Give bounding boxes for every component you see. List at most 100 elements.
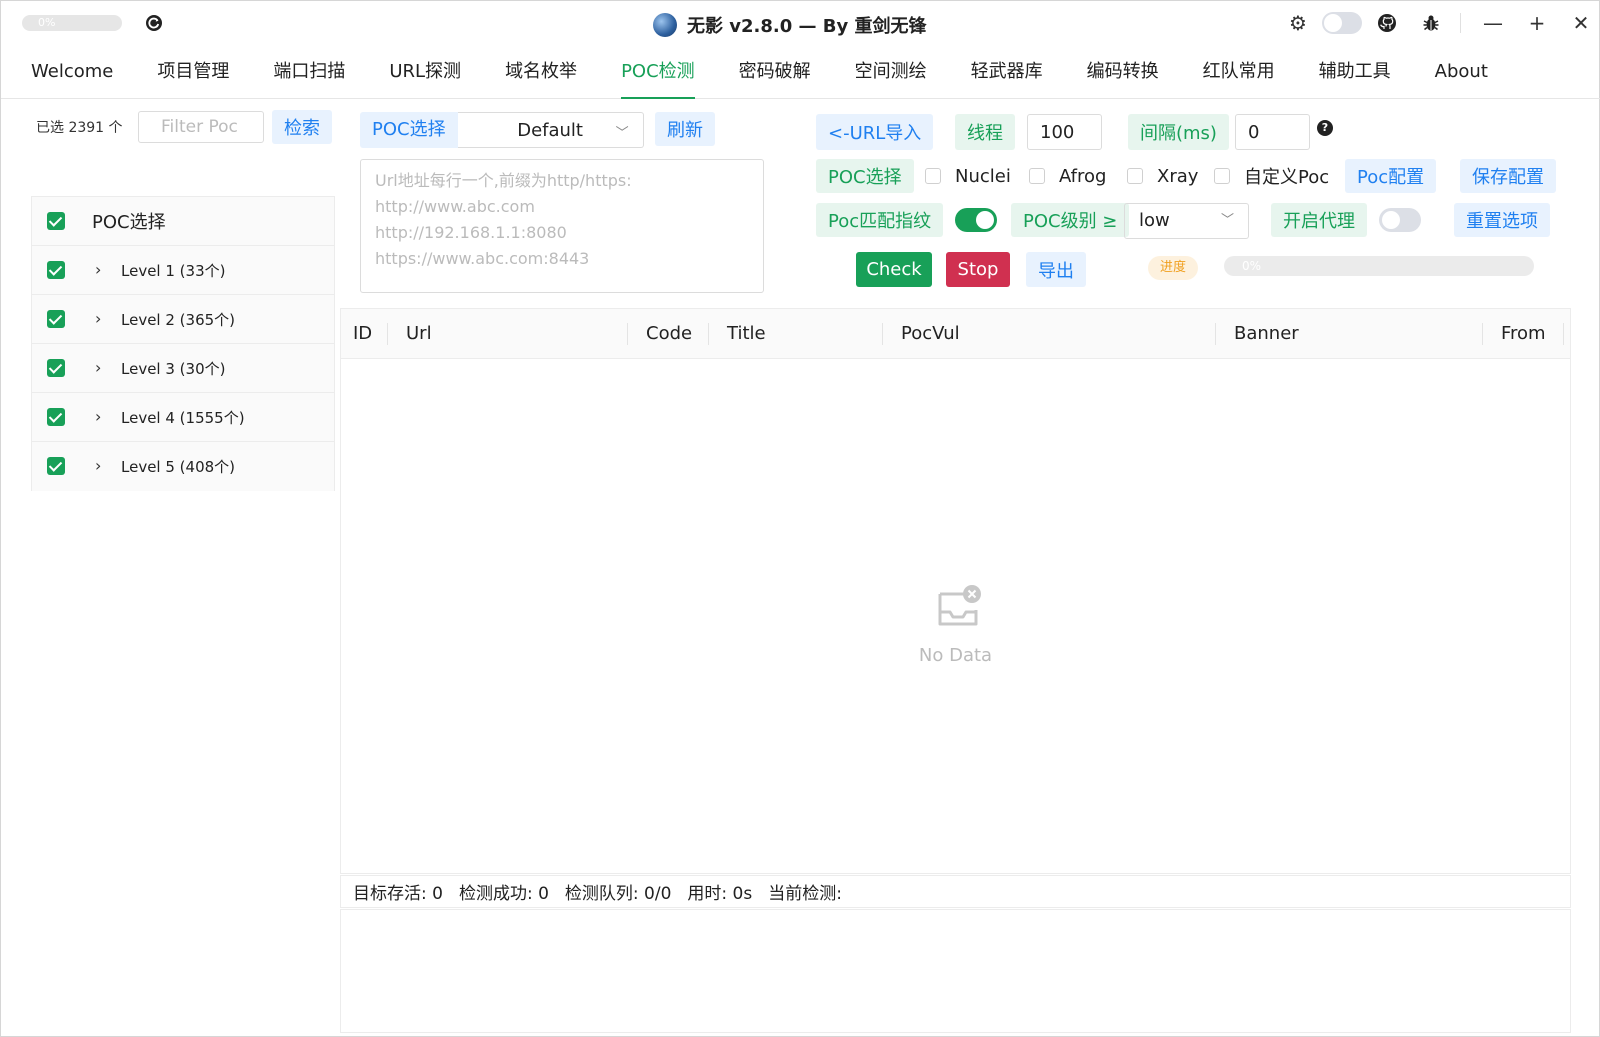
poc-template-dropdown[interactable]: Default ﹀	[457, 112, 644, 148]
nuclei-checkbox[interactable]: Nuclei	[925, 166, 1011, 187]
poc-template-value: Default	[517, 119, 583, 141]
tab-welcome[interactable]: Welcome	[1, 47, 135, 99]
tab-project[interactable]: 项目管理	[135, 47, 251, 99]
chevron-right-icon[interactable]: ›	[95, 311, 107, 327]
column-divider[interactable]	[1482, 323, 1483, 345]
proxy-label: 开启代理	[1271, 203, 1367, 237]
level-checkbox[interactable]	[47, 359, 65, 377]
app-title-text: 无影 v2.8.0 — By 重剑无锋	[687, 16, 927, 37]
chevron-right-icon[interactable]: ›	[95, 262, 107, 278]
column-divider[interactable]	[708, 323, 709, 345]
fingerprint-label: Poc匹配指纹	[816, 203, 944, 237]
chevron-right-icon[interactable]: ›	[95, 409, 107, 425]
xray-checkbox[interactable]: Xray	[1127, 165, 1199, 187]
tab-tools[interactable]: 辅助工具	[1297, 47, 1413, 99]
level-checkbox[interactable]	[47, 261, 65, 279]
tab-space-mapping[interactable]: 空间测绘	[833, 47, 949, 99]
url-textarea[interactable]	[360, 159, 764, 293]
checkbox-box[interactable]	[1029, 168, 1045, 184]
queue-count: 检测队列: 0/0	[564, 884, 672, 904]
poc-config-button[interactable]: Poc配置	[1345, 159, 1437, 193]
reload-icon[interactable]	[144, 13, 164, 33]
tree-row-level-2[interactable]: › Level 2 (365个)	[32, 295, 334, 344]
chevron-right-icon[interactable]: ›	[95, 458, 107, 474]
chevron-down-icon: ﹀	[615, 126, 629, 141]
col-pocvul[interactable]: PocVul	[901, 309, 960, 359]
progress-text: 0%	[1242, 259, 1262, 273]
github-icon[interactable]	[1375, 11, 1399, 35]
stop-button[interactable]: Stop	[946, 252, 1010, 287]
maximize-icon[interactable]: +	[1525, 11, 1549, 35]
level-checkbox[interactable]	[47, 408, 65, 426]
minimize-icon[interactable]: —	[1481, 11, 1505, 35]
custom-poc-checkbox[interactable]: 自定义Poc	[1214, 166, 1330, 188]
url-import-button[interactable]: <-URL导入	[816, 114, 934, 150]
title-bar: 0% 无影 v2.8.0 — By 重剑无锋 ⚙ — + ✕	[1, 1, 1600, 45]
col-from[interactable]: From	[1501, 309, 1546, 359]
col-code[interactable]: Code	[646, 309, 692, 359]
col-url[interactable]: Url	[406, 309, 432, 359]
col-id[interactable]: ID	[353, 309, 372, 359]
gear-icon[interactable]: ⚙	[1286, 11, 1310, 35]
poc-filter-bar: 已选 2391 个 检索	[36, 109, 332, 145]
poc-level-value: low	[1139, 210, 1170, 231]
poc-level-dropdown[interactable]: low ﹀	[1124, 203, 1249, 239]
tab-arsenal[interactable]: 轻武器库	[949, 47, 1065, 99]
column-divider[interactable]	[1563, 323, 1564, 345]
titlebar-separator	[1460, 13, 1461, 33]
refresh-button[interactable]: 刷新	[655, 112, 715, 146]
column-divider[interactable]	[627, 323, 628, 345]
checkbox-box[interactable]	[1214, 168, 1230, 184]
xray-label: Xray	[1157, 165, 1199, 187]
tab-password-crack[interactable]: 密码破解	[717, 47, 833, 99]
bug-icon[interactable]	[1419, 11, 1443, 35]
chevron-down-icon: ﹀	[1220, 213, 1234, 228]
tab-subdomain[interactable]: 域名枚举	[483, 47, 599, 99]
tab-url-probe[interactable]: URL探测	[367, 47, 483, 99]
poc-engine-label: POC选择	[816, 159, 914, 193]
poc-level-tree: POC选择 › Level 1 (33个) › Level 2 (365个) ›…	[31, 196, 335, 491]
column-divider[interactable]	[387, 323, 388, 345]
col-banner[interactable]: Banner	[1234, 309, 1299, 359]
threads-input[interactable]	[1027, 114, 1102, 150]
checkbox-box[interactable]	[1127, 168, 1143, 184]
select-all-checkbox[interactable]	[47, 212, 65, 230]
col-title[interactable]: Title	[727, 309, 766, 359]
tab-about[interactable]: About	[1413, 47, 1510, 99]
tree-row-level-1[interactable]: › Level 1 (33个)	[32, 246, 334, 295]
close-icon[interactable]: ✕	[1569, 11, 1593, 35]
current-target: 当前检测:	[768, 884, 842, 904]
filter-poc-input[interactable]	[138, 111, 264, 143]
level-checkbox[interactable]	[47, 457, 65, 475]
reset-options-button[interactable]: 重置选项	[1454, 203, 1550, 237]
custom-poc-label: 自定义Poc	[1244, 167, 1330, 188]
column-divider[interactable]	[1215, 323, 1216, 345]
tree-row-level-4[interactable]: › Level 4 (1555个)	[32, 393, 334, 442]
scan-progress-bar: 0%	[1224, 256, 1534, 276]
tab-poc-scan[interactable]: POC检测	[599, 47, 717, 99]
column-divider[interactable]	[882, 323, 883, 345]
tree-row-level-3[interactable]: › Level 3 (30个)	[32, 344, 334, 393]
search-button[interactable]: 检索	[272, 110, 332, 144]
fingerprint-switch[interactable]	[955, 208, 997, 232]
tab-encoding[interactable]: 编码转换	[1065, 47, 1181, 99]
level-label: Level 2 (365个)	[121, 310, 236, 329]
progress-tag: 进度	[1148, 256, 1199, 280]
level-label: Level 3 (30个)	[121, 359, 226, 378]
proxy-switch[interactable]	[1379, 208, 1421, 232]
help-icon[interactable]: ?	[1317, 120, 1333, 136]
afrog-checkbox[interactable]: Afrog	[1029, 166, 1106, 187]
level-checkbox[interactable]	[47, 310, 65, 328]
tab-port-scan[interactable]: 端口扫描	[251, 47, 367, 99]
tab-redteam[interactable]: 红队常用	[1181, 47, 1297, 99]
interval-label: 间隔(ms)	[1128, 114, 1229, 150]
export-button[interactable]: 导出	[1026, 252, 1086, 287]
save-config-button[interactable]: 保存配置	[1460, 159, 1556, 193]
chevron-right-icon[interactable]: ›	[95, 360, 107, 376]
theme-toggle[interactable]	[1322, 12, 1362, 34]
check-button[interactable]: Check	[856, 252, 932, 287]
tree-row-level-5[interactable]: › Level 5 (408个)	[32, 442, 334, 491]
interval-input[interactable]	[1235, 114, 1310, 150]
checkbox-box[interactable]	[925, 168, 941, 184]
log-output[interactable]	[340, 909, 1571, 1033]
